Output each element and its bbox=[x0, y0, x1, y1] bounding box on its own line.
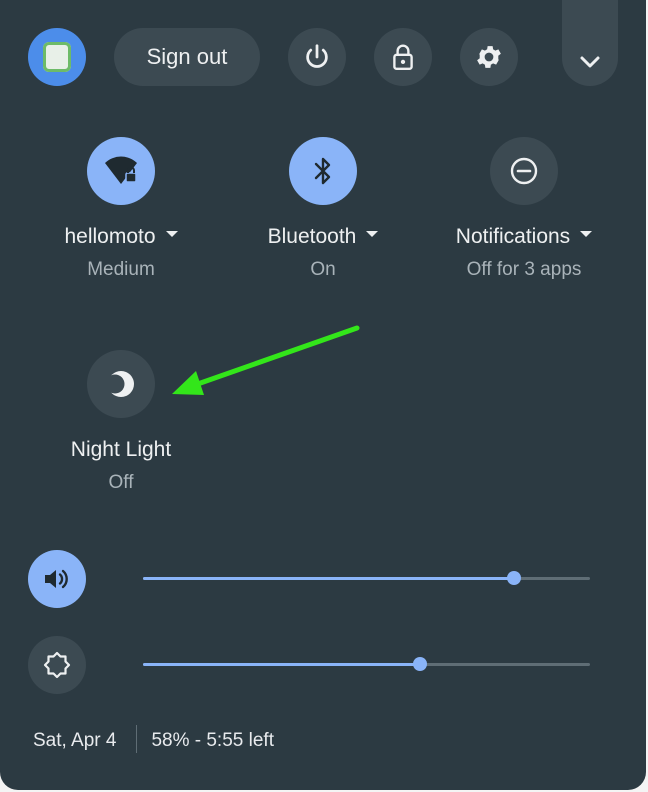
lock-icon bbox=[393, 44, 413, 71]
tile-network-status: Medium bbox=[87, 259, 155, 280]
wifi-locked-icon bbox=[105, 156, 137, 184]
volume-icon bbox=[45, 569, 68, 589]
sign-out-button[interactable]: Sign out bbox=[114, 28, 260, 86]
avatar-image bbox=[43, 42, 71, 72]
quick-settings-panel: Sign out hellomoto Medium Bluetooth On N… bbox=[0, 0, 646, 790]
tile-notifications: Notifications Off for 3 apps bbox=[453, 137, 595, 281]
date-label[interactable]: Sat, Apr 4 bbox=[33, 730, 116, 751]
notifications-toggle[interactable] bbox=[490, 137, 558, 205]
brightness-button[interactable] bbox=[28, 636, 86, 694]
brightness-icon bbox=[43, 651, 71, 679]
brightness-slider-row bbox=[28, 636, 628, 694]
network-toggle[interactable] bbox=[87, 137, 155, 205]
tile-network: hellomoto Medium bbox=[60, 137, 182, 281]
chevron-down-icon bbox=[580, 56, 600, 68]
night-light-icon bbox=[105, 371, 134, 397]
brightness-fill bbox=[143, 663, 421, 666]
settings-button[interactable] bbox=[460, 28, 518, 86]
power-button[interactable] bbox=[288, 28, 346, 86]
night-light-toggle[interactable] bbox=[87, 350, 155, 418]
volume-fill bbox=[143, 577, 514, 580]
volume-track[interactable] bbox=[143, 571, 590, 585]
tile-night-light: Night Light Off bbox=[60, 350, 182, 494]
brightness-thumb[interactable] bbox=[413, 657, 428, 671]
tile-network-label[interactable]: hellomoto bbox=[60, 225, 182, 249]
tile-notifications-label[interactable]: Notifications bbox=[453, 225, 595, 249]
volume-thumb[interactable] bbox=[507, 571, 521, 585]
dropdown-caret-icon bbox=[366, 231, 379, 238]
avatar[interactable] bbox=[28, 28, 86, 86]
tile-bluetooth-status: On bbox=[310, 259, 336, 280]
tile-night-light-status: Off bbox=[108, 472, 134, 493]
bluetooth-toggle[interactable] bbox=[289, 137, 357, 205]
dropdown-caret-icon bbox=[580, 231, 593, 238]
bluetooth-icon bbox=[314, 157, 331, 185]
tile-night-light-label[interactable]: Night Light bbox=[60, 438, 182, 462]
collapse-button[interactable] bbox=[562, 0, 618, 86]
tile-bluetooth: Bluetooth On bbox=[262, 137, 384, 281]
brightness-track[interactable] bbox=[143, 657, 590, 671]
status-footer: Sat, Apr 4 58% - 5:55 left bbox=[33, 725, 274, 755]
volume-slider-row bbox=[28, 550, 628, 608]
tile-bluetooth-label[interactable]: Bluetooth bbox=[262, 225, 384, 249]
volume-button[interactable] bbox=[28, 550, 86, 608]
do-not-disturb-icon bbox=[510, 157, 538, 185]
tile-notifications-status: Off for 3 apps bbox=[466, 259, 582, 280]
lock-button[interactable] bbox=[374, 28, 432, 86]
power-icon bbox=[306, 44, 328, 68]
dropdown-caret-icon bbox=[165, 231, 178, 238]
gear-icon bbox=[477, 46, 501, 68]
battery-status[interactable]: 58% - 5:55 left bbox=[151, 730, 274, 751]
footer-divider bbox=[136, 725, 138, 753]
